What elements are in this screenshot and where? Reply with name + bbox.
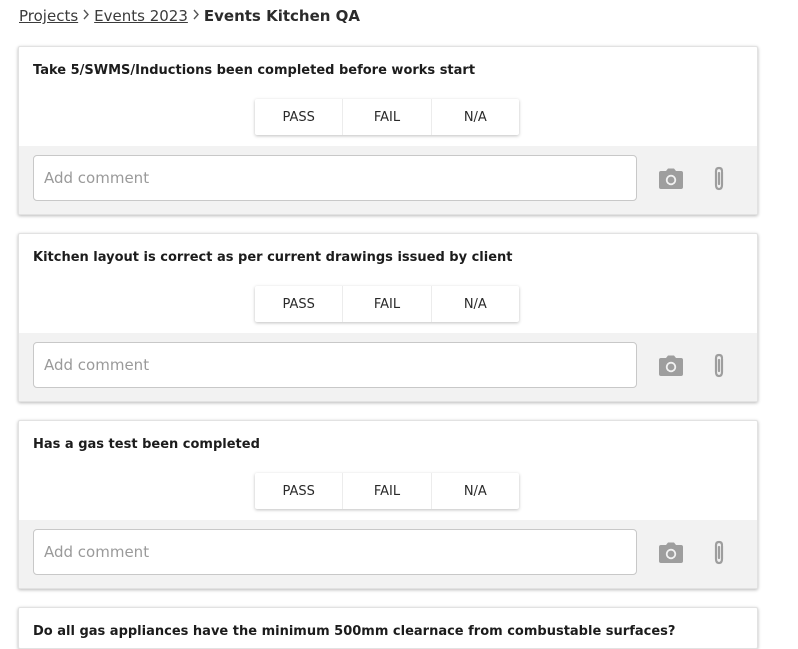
breadcrumb-link-events-2023[interactable]: Events 2023 bbox=[94, 7, 188, 25]
fail-button[interactable]: FAIL bbox=[343, 286, 432, 322]
question-text: Do all gas appliances have the minimum 5… bbox=[33, 624, 676, 639]
result-toggle-group: PASS FAIL N/A bbox=[255, 286, 519, 322]
question-text: Kitchen layout is correct as per current… bbox=[33, 250, 513, 265]
result-toggle-group: PASS FAIL N/A bbox=[255, 473, 519, 509]
comment-bar bbox=[19, 333, 757, 401]
checklist-item-4: Do all gas appliances have the minimum 5… bbox=[18, 607, 758, 649]
na-button[interactable]: N/A bbox=[432, 286, 519, 322]
breadcrumb-link-projects[interactable]: Projects bbox=[19, 7, 78, 25]
paperclip-icon[interactable] bbox=[705, 539, 733, 567]
checklist-item-2: Kitchen layout is correct as per current… bbox=[18, 233, 758, 402]
paperclip-icon[interactable] bbox=[705, 352, 733, 380]
chevron-right-icon bbox=[188, 9, 204, 24]
comment-input[interactable] bbox=[33, 529, 637, 575]
fail-button[interactable]: FAIL bbox=[343, 473, 432, 509]
comment-bar bbox=[19, 146, 757, 214]
question-text: Take 5/SWMS/Inductions been completed be… bbox=[33, 63, 476, 78]
comment-bar bbox=[19, 520, 757, 588]
comment-input[interactable] bbox=[33, 155, 637, 201]
na-button[interactable]: N/A bbox=[432, 99, 519, 135]
checklist-item-1: Take 5/SWMS/Inductions been completed be… bbox=[18, 46, 758, 215]
question-text: Has a gas test been completed bbox=[33, 437, 260, 452]
paperclip-icon[interactable] bbox=[705, 165, 733, 193]
checklist-item-3: Has a gas test been completed PASS FAIL … bbox=[18, 420, 758, 589]
camera-icon[interactable] bbox=[657, 165, 685, 193]
camera-icon[interactable] bbox=[657, 352, 685, 380]
pass-button[interactable]: PASS bbox=[255, 99, 344, 135]
pass-button[interactable]: PASS bbox=[255, 286, 344, 322]
na-button[interactable]: N/A bbox=[432, 473, 519, 509]
camera-icon[interactable] bbox=[657, 539, 685, 567]
comment-input[interactable] bbox=[33, 342, 637, 388]
result-toggle-group: PASS FAIL N/A bbox=[255, 99, 519, 135]
page-title: Events Kitchen QA bbox=[203, 7, 361, 25]
breadcrumb: Projects Events 2023 Events Kitchen QA bbox=[19, 5, 360, 27]
pass-button[interactable]: PASS bbox=[255, 473, 344, 509]
fail-button[interactable]: FAIL bbox=[343, 99, 432, 135]
chevron-right-icon bbox=[78, 9, 94, 24]
